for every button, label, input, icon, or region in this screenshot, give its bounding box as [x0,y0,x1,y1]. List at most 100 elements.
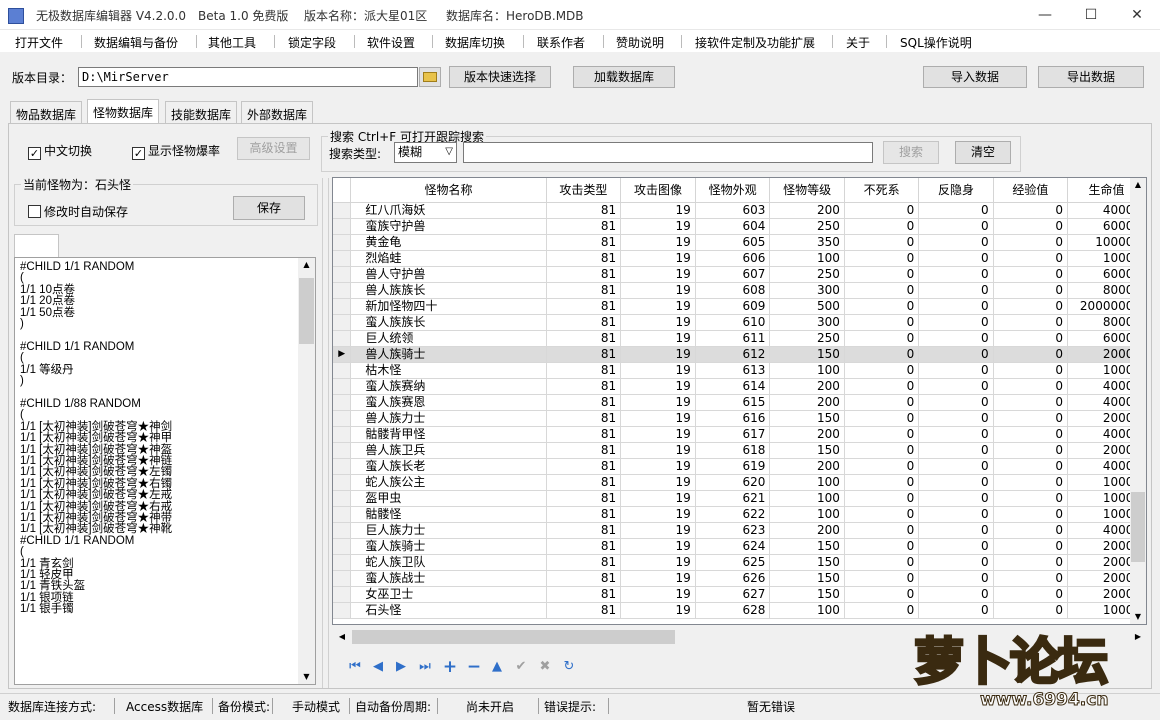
menu-open-file[interactable]: 打开文件 [15,34,63,51]
table-cell[interactable]: 150 [769,442,845,459]
table-cell[interactable]: 19 [620,330,696,347]
table-cell[interactable]: 蛮人族长老 [350,458,547,475]
table-cell[interactable]: 150 [769,586,845,603]
table-cell[interactable]: 0 [844,314,920,331]
table-cell[interactable]: 0 [993,426,1069,443]
table-row[interactable]: 巨人族力士 81 19 623 200 0 0 0 40000 [333,522,1146,539]
table-cell[interactable]: 0 [844,442,920,459]
row-indicator[interactable] [333,394,352,411]
table-cell[interactable]: 0 [844,602,920,619]
table-cell[interactable]: 81 [546,458,622,475]
table-row[interactable]: 盔甲虫 81 19 621 100 0 0 0 10000 [333,490,1146,507]
table-cell[interactable]: 兽人族卫兵 [350,442,547,459]
last-record-icon[interactable]: ⏭ [417,659,433,675]
row-indicator[interactable] [333,602,352,619]
table-cell[interactable]: 0 [844,378,920,395]
table-cell[interactable]: 19 [620,378,696,395]
table-cell[interactable]: 蛇人族卫队 [350,554,547,571]
table-cell[interactable]: 608 [695,282,771,299]
table-cell[interactable]: 150 [769,410,845,427]
table-cell[interactable]: 81 [546,346,622,363]
table-cell[interactable]: 0 [844,474,920,491]
table-cell[interactable]: 250 [769,266,845,283]
table-cell[interactable]: 0 [993,282,1069,299]
tab-monster-db[interactable]: 怪物数据库 [87,99,160,124]
table-cell[interactable]: 19 [620,218,696,235]
table-cell[interactable]: 0 [993,586,1069,603]
version-dir-input[interactable]: D:\MirServer [78,67,418,87]
table-row[interactable]: 蛮人族骑士 81 19 624 150 0 0 0 20000 [333,538,1146,555]
table-cell[interactable]: 0 [844,522,920,539]
clear-button[interactable]: 清空 [955,141,1011,164]
table-cell[interactable]: 611 [695,330,771,347]
splitter[interactable] [322,178,329,688]
table-cell[interactable]: 81 [546,394,622,411]
table-cell[interactable]: 81 [546,218,622,235]
table-cell[interactable]: 红八爪海妖 [350,202,547,219]
table-row[interactable]: 女巫卫士 81 19 627 150 0 0 0 20000 [333,586,1146,603]
row-indicator[interactable] [333,378,352,395]
table-cell[interactable]: 0 [844,570,920,587]
table-cell[interactable]: 0 [993,442,1069,459]
menu-other-tools[interactable]: 其他工具 [208,34,256,51]
table-cell[interactable]: 604 [695,218,771,235]
table-cell[interactable]: 150 [769,538,845,555]
table-cell[interactable]: 0 [844,250,920,267]
minimize-button[interactable]: — [1022,0,1068,30]
table-cell[interactable]: 81 [546,570,622,587]
table-cell[interactable]: 新加怪物四十 [350,298,547,315]
menu-custom[interactable]: 接软件定制及功能扩展 [695,34,815,51]
table-cell[interactable]: 19 [620,346,696,363]
menu-sponsor[interactable]: 赞助说明 [616,34,664,51]
column-header[interactable]: 不死系 [844,178,920,203]
table-row[interactable]: 蛮人族赛恩 81 19 615 200 0 0 0 40000 [333,394,1146,411]
table-cell[interactable]: 623 [695,522,771,539]
table-cell[interactable]: 0 [918,282,994,299]
show-drop-rate-checkbox[interactable]: ✓ 显示怪物爆率 [132,142,220,160]
table-cell[interactable]: 0 [844,202,920,219]
column-header[interactable]: 怪物等级 [769,178,845,203]
scrollbar-thumb[interactable] [352,630,675,644]
row-indicator[interactable] [333,506,352,523]
table-cell[interactable]: 19 [620,554,696,571]
table-cell[interactable]: 0 [918,490,994,507]
table-cell[interactable]: 19 [620,586,696,603]
table-cell[interactable]: 0 [844,554,920,571]
table-cell[interactable]: 蛮人族赛纳 [350,378,547,395]
table-cell[interactable]: 0 [993,490,1069,507]
table-cell[interactable]: 0 [993,298,1069,315]
scrollbar-thumb[interactable] [1131,492,1145,562]
table-cell[interactable]: 0 [918,410,994,427]
table-cell[interactable]: 613 [695,362,771,379]
table-cell[interactable]: 19 [620,282,696,299]
table-cell[interactable]: 0 [918,554,994,571]
table-cell[interactable]: 0 [844,266,920,283]
row-indicator[interactable] [333,586,352,603]
table-cell[interactable]: 0 [918,538,994,555]
search-input[interactable] [463,142,873,163]
table-row[interactable]: 蛇人族公主 81 19 620 100 0 0 0 10000 [333,474,1146,491]
table-cell[interactable]: 81 [546,554,622,571]
row-indicator[interactable] [333,298,352,315]
grid-vertical-scrollbar[interactable]: ▲ ▼ [1130,178,1146,624]
table-cell[interactable]: 女巫卫士 [350,586,547,603]
table-cell[interactable]: 兽人族力士 [350,410,547,427]
table-cell[interactable]: 627 [695,586,771,603]
table-cell[interactable]: 0 [993,346,1069,363]
table-cell[interactable]: 100 [769,250,845,267]
post-record-icon[interactable]: ✔ [513,659,529,675]
table-cell[interactable]: 81 [546,330,622,347]
table-cell[interactable]: 619 [695,458,771,475]
table-cell[interactable]: 0 [844,298,920,315]
table-cell[interactable]: 0 [993,250,1069,267]
table-cell[interactable]: 607 [695,266,771,283]
table-cell[interactable]: 19 [620,522,696,539]
quick-select-button[interactable]: 版本快速选择 [449,66,551,88]
column-header[interactable]: 怪物名称 [350,178,547,203]
table-cell[interactable]: 200 [769,378,845,395]
table-cell[interactable]: 100 [769,490,845,507]
table-cell[interactable]: 0 [993,458,1069,475]
table-cell[interactable]: 81 [546,298,622,315]
row-indicator[interactable] [333,234,352,251]
table-cell[interactable]: 兽人守护兽 [350,266,547,283]
